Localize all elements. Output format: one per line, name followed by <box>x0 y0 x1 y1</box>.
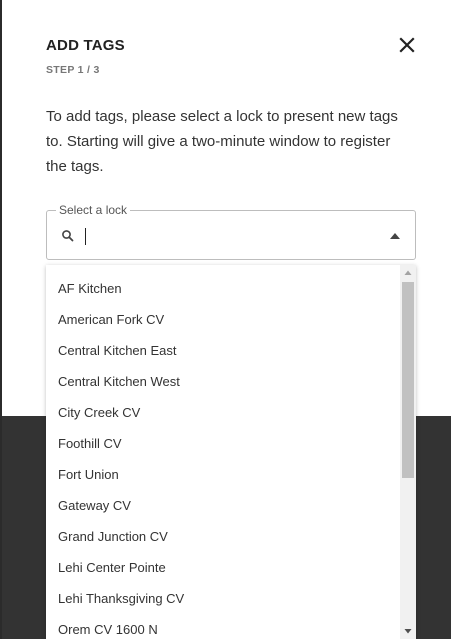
list-item[interactable]: Central Kitchen East <box>58 335 177 366</box>
list-item[interactable]: American Fork CV <box>58 304 164 335</box>
scrollbar-thumb[interactable] <box>402 282 414 478</box>
list-item[interactable]: Grand Junction CV <box>58 521 168 552</box>
dialog-title: ADD TAGS <box>46 37 125 54</box>
lock-options-list[interactable]: AF Kitchen American Fork CV Central Kitc… <box>46 265 416 639</box>
list-item[interactable]: Foothill CV <box>58 428 122 459</box>
search-icon <box>62 230 74 242</box>
select-label: Select a lock <box>56 203 131 217</box>
scroll-down-arrow-icon[interactable] <box>400 623 416 639</box>
close-icon <box>399 37 415 53</box>
list-item[interactable]: Orem CV 1600 N <box>58 614 158 639</box>
list-item[interactable]: Lehi Thanksgiving CV <box>58 583 184 614</box>
scroll-up-arrow-icon[interactable] <box>400 265 416 281</box>
list-item[interactable]: Central Kitchen West <box>58 366 180 397</box>
step-indicator: STEP 1 / 3 <box>46 64 100 76</box>
list-item[interactable]: AF Kitchen <box>58 273 122 304</box>
close-button[interactable] <box>396 34 418 56</box>
lock-search-input[interactable] <box>81 223 371 249</box>
caret-up-icon[interactable] <box>388 230 402 242</box>
list-item[interactable]: Lehi Center Pointe <box>58 552 166 583</box>
scrollbar[interactable] <box>400 265 416 639</box>
list-item[interactable]: Fort Union <box>58 459 119 490</box>
dialog-description: To add tags, please select a lock to pre… <box>46 108 398 175</box>
list-item[interactable]: Gateway CV <box>58 490 131 521</box>
lock-select[interactable]: Select a lock <box>46 203 416 260</box>
list-item[interactable]: City Creek CV <box>58 397 140 428</box>
text-cursor <box>85 228 86 245</box>
